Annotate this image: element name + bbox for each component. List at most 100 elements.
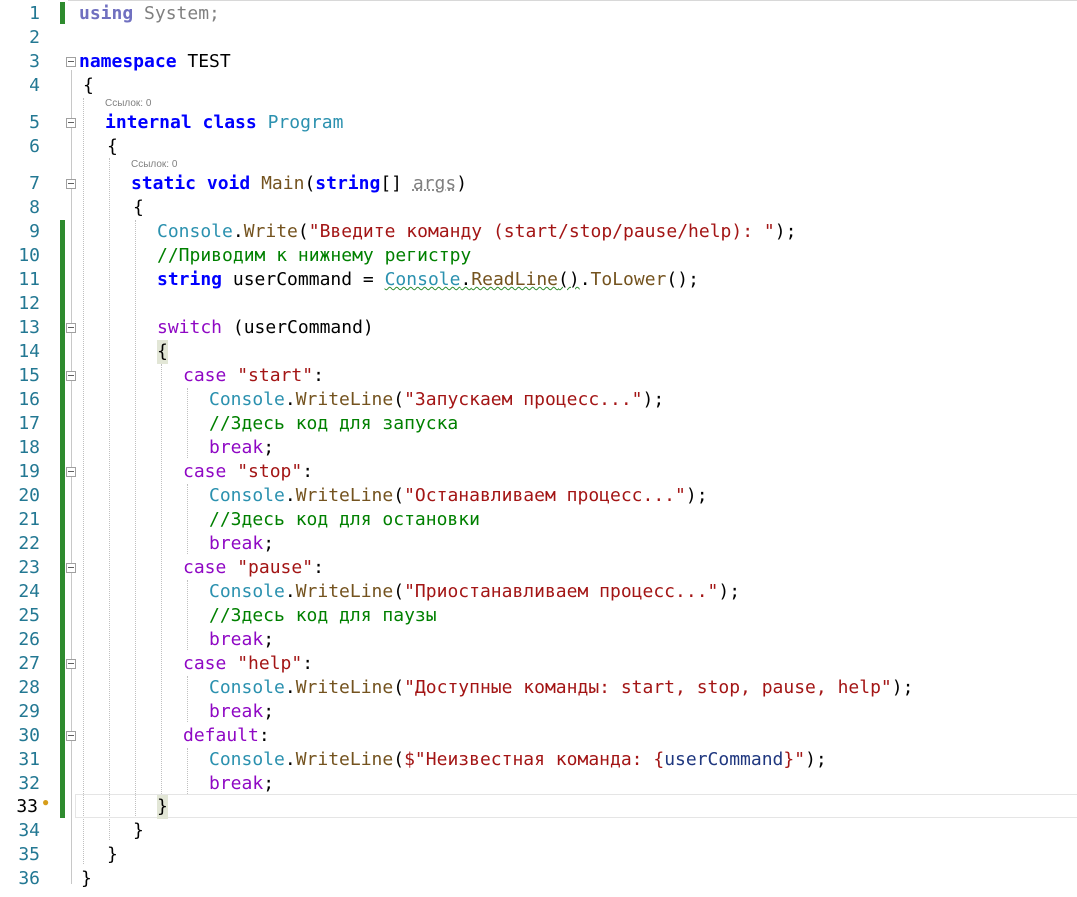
code-line[interactable]: 30 default: [0,724,1077,748]
code-text: case "help": [183,653,314,674]
code-line[interactable]: 20 Console.WriteLine("Останавливаем проц… [0,484,1077,508]
code-line[interactable]: 11 string userCommand = Console.ReadLine… [0,268,1077,292]
line-number: 25 [18,605,40,626]
code-text: break; [209,533,275,554]
code-line[interactable]: 5 internal class Program [0,111,1077,135]
line-number: 32 [18,773,40,794]
code-comment: //Здесь код для остановки [209,509,480,530]
code-line-current[interactable]: 33 } [0,795,1077,819]
code-text: break; [209,773,275,794]
brace-match: { [157,340,168,364]
line-number: 36 [18,868,40,889]
code-line[interactable]: 29 break; [0,700,1077,724]
line-number: 1 [29,3,40,24]
code-line[interactable]: 6 { [0,135,1077,159]
code-line[interactable]: 34 } [0,819,1077,843]
line-number: 24 [18,581,40,602]
code-line[interactable]: 22 break; [0,532,1077,556]
code-line[interactable]: 35 } [0,843,1077,867]
code-line[interactable]: 27 case "help": [0,652,1077,676]
line-number: 6 [29,136,40,157]
line-number: 22 [18,533,40,554]
line-number: 9 [29,221,40,242]
brace-match: } [157,795,168,819]
line-number: 12 [18,293,40,314]
code-line[interactable]: 12 [0,292,1077,316]
code-text: break; [209,701,275,722]
code-text: } [133,820,144,841]
line-number: 18 [18,437,40,458]
code-line[interactable]: 36 } [0,867,1077,891]
code-editor[interactable]: ● Ссылок: 0 Ссылок: 0 1 using System; 2 … [0,0,1077,897]
code-text: Console.WriteLine("Останавливаем процесс… [209,485,708,506]
code-comment: //Здесь код для запуска [209,413,459,434]
code-line[interactable]: 16 Console.WriteLine("Запускаем процесс.… [0,388,1077,412]
line-number: 10 [18,245,40,266]
code-line[interactable]: 1 using System; [0,2,1077,26]
code-comment: //Здесь код для паузы [209,605,437,626]
code-line[interactable]: 23 case "pause": [0,556,1077,580]
line-number: 5 [29,112,40,133]
code-line[interactable]: 8 { [0,196,1077,220]
code-text: default: [183,725,270,746]
code-text: static void Main(string[] args) [131,173,468,194]
code-line[interactable]: 21 //Здесь код для остановки [0,508,1077,532]
line-number: 21 [18,509,40,530]
line-number: 2 [29,27,40,48]
code-text: { [133,197,144,218]
code-line[interactable]: 9 Console.Write("Введите команду (start/… [0,220,1077,244]
codelens-references-main[interactable]: Ссылок: 0 [131,159,177,170]
line-number: 23 [18,557,40,578]
code-text: using System; [79,3,220,24]
code-line[interactable]: 28 Console.WriteLine("Доступные команды:… [0,676,1077,700]
line-number: 15 [18,365,40,386]
code-text: case "start": [183,365,324,386]
code-line[interactable]: 26 break; [0,628,1077,652]
top-border [68,0,1077,1]
line-number: 20 [18,485,40,506]
code-line[interactable]: 7 static void Main(string[] args) [0,172,1077,196]
code-text: } [81,868,92,889]
line-number: 17 [18,413,40,434]
line-number: 16 [18,389,40,410]
code-comment: //Приводим к нижнему регистру [157,245,472,266]
code-line[interactable]: 18 break; [0,436,1077,460]
code-text: case "stop": [183,461,314,482]
line-number: 26 [18,629,40,650]
line-number: 13 [18,317,40,338]
code-text: internal class Program [105,112,344,133]
code-line[interactable]: 14 { [0,340,1077,364]
code-line[interactable]: 24 Console.WriteLine("Приостанавливаем п… [0,580,1077,604]
code-line[interactable]: 32 break; [0,772,1077,796]
code-line[interactable]: 17 //Здесь код для запуска [0,412,1077,436]
code-line[interactable]: 31 Console.WriteLine($"Неизвестная коман… [0,748,1077,772]
code-text: Console.WriteLine("Приостанавливаем проц… [209,581,741,602]
line-number: 7 [29,173,40,194]
code-line[interactable]: 13 switch (userCommand) [0,316,1077,340]
code-text: break; [209,629,275,650]
code-text: case "pause": [183,557,324,578]
code-line[interactable]: 15 case "start": [0,364,1077,388]
code-text: break; [209,437,275,458]
code-line[interactable]: 2 [0,26,1077,50]
codelens-references-class[interactable]: Ссылок: 0 [105,98,151,109]
line-number: 3 [29,51,40,72]
code-text: string userCommand = Console.ReadLine().… [157,269,699,290]
line-number: 19 [18,461,40,482]
line-number: 34 [18,820,40,841]
line-number: 29 [18,701,40,722]
line-number: 27 [18,653,40,674]
line-number: 14 [18,341,40,362]
code-line[interactable]: 3 namespace TEST [0,50,1077,74]
code-text: namespace TEST [79,51,231,72]
code-line[interactable]: 4 { [0,74,1077,98]
line-number: 11 [18,269,40,290]
code-line[interactable]: 25 //Здесь код для паузы [0,604,1077,628]
code-text: Console.WriteLine("Доступные команды: st… [209,677,914,698]
line-number: 30 [18,725,40,746]
line-number: 28 [18,677,40,698]
code-line[interactable]: 19 case "stop": [0,460,1077,484]
code-line[interactable]: 10 //Приводим к нижнему регистру [0,244,1077,268]
line-number: 31 [18,749,40,770]
line-number: 33 [16,796,38,817]
